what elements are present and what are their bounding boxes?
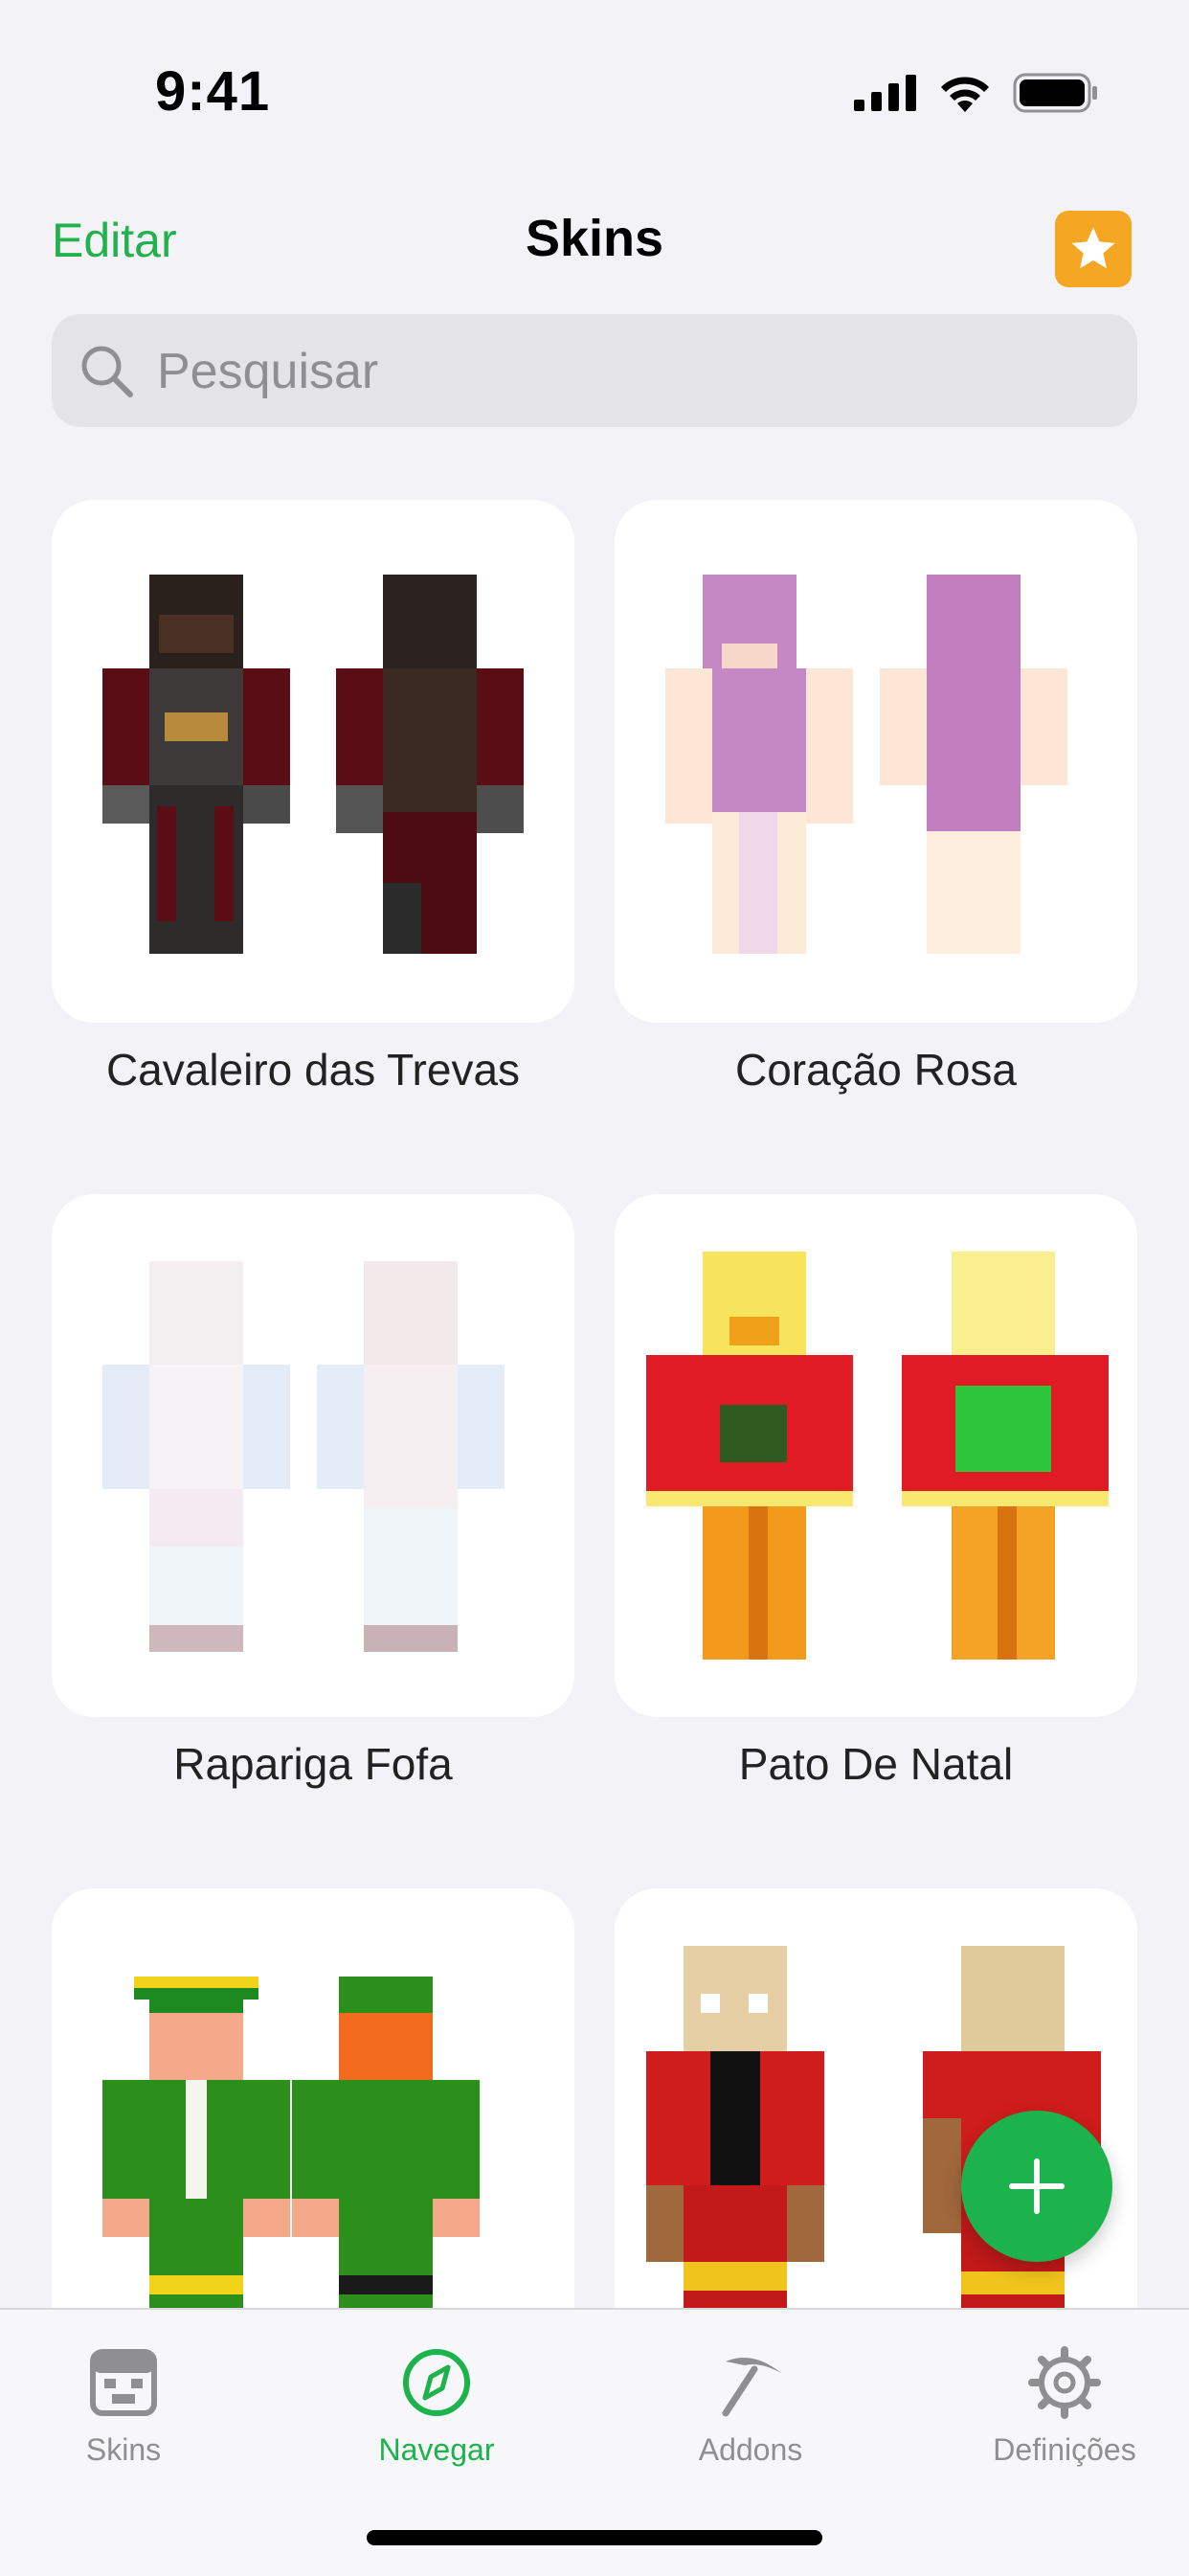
- wifi-icon: [941, 77, 989, 112]
- status-time: 9:41: [155, 60, 271, 123]
- tab-skins[interactable]: Skins: [28, 2344, 219, 2468]
- favorites-button[interactable]: [1055, 211, 1132, 287]
- skin-card-label: Rapariga Fofa: [173, 1739, 453, 1789]
- skin-card-label: Coração Rosa: [734, 1045, 1018, 1095]
- tab-definicoes[interactable]: Definições: [969, 2344, 1160, 2468]
- skin-preview-image: [102, 1977, 480, 2308]
- pickaxe-icon: [722, 2358, 781, 2417]
- skin-card-pato-de-natal[interactable]: [615, 1194, 1137, 1717]
- status-icons: [854, 69, 1099, 117]
- skin-preview-image: [646, 1252, 1109, 1660]
- battery-icon: [1013, 73, 1097, 113]
- tab-addons[interactable]: Addons: [655, 2344, 846, 2468]
- add-skin-button[interactable]: [961, 2111, 1112, 2262]
- skin-card-label: Pato De Natal: [738, 1739, 1014, 1789]
- status-bar: 9:41: [0, 0, 1189, 144]
- page-title: Skins: [525, 210, 664, 267]
- skin-card-rapariga-fofa[interactable]: [52, 1194, 574, 1717]
- plus-icon: [1009, 2158, 1065, 2214]
- tab-label: Skins: [85, 2432, 162, 2467]
- star-icon: [1071, 227, 1115, 269]
- search-input[interactable]: [155, 314, 1116, 429]
- gear-icon: [1028, 2346, 1101, 2419]
- tab-navegar[interactable]: Navegar: [341, 2344, 532, 2468]
- skin-face-icon: [90, 2349, 157, 2416]
- search-icon: [81, 346, 133, 397]
- tab-label: Addons: [698, 2432, 803, 2467]
- tab-label: Definições: [993, 2432, 1136, 2467]
- skin-preview-image: [102, 1261, 505, 1652]
- skin-card-cavaleiro[interactable]: [52, 500, 574, 1023]
- search-bar[interactable]: [52, 314, 1137, 429]
- home-indicator[interactable]: [367, 2530, 822, 2545]
- skin-preview-image: [665, 575, 1067, 954]
- skin-card-label: Cavaleiro das Trevas: [105, 1045, 521, 1095]
- skin-card-coracao-rosa[interactable]: [615, 500, 1137, 1023]
- skin-preview-image: [102, 575, 524, 954]
- compass-icon: [403, 2349, 470, 2416]
- cellular-signal-icon: [854, 75, 916, 111]
- tab-label: Navegar: [378, 2432, 495, 2467]
- skin-card-row3-left[interactable]: [52, 1888, 574, 2308]
